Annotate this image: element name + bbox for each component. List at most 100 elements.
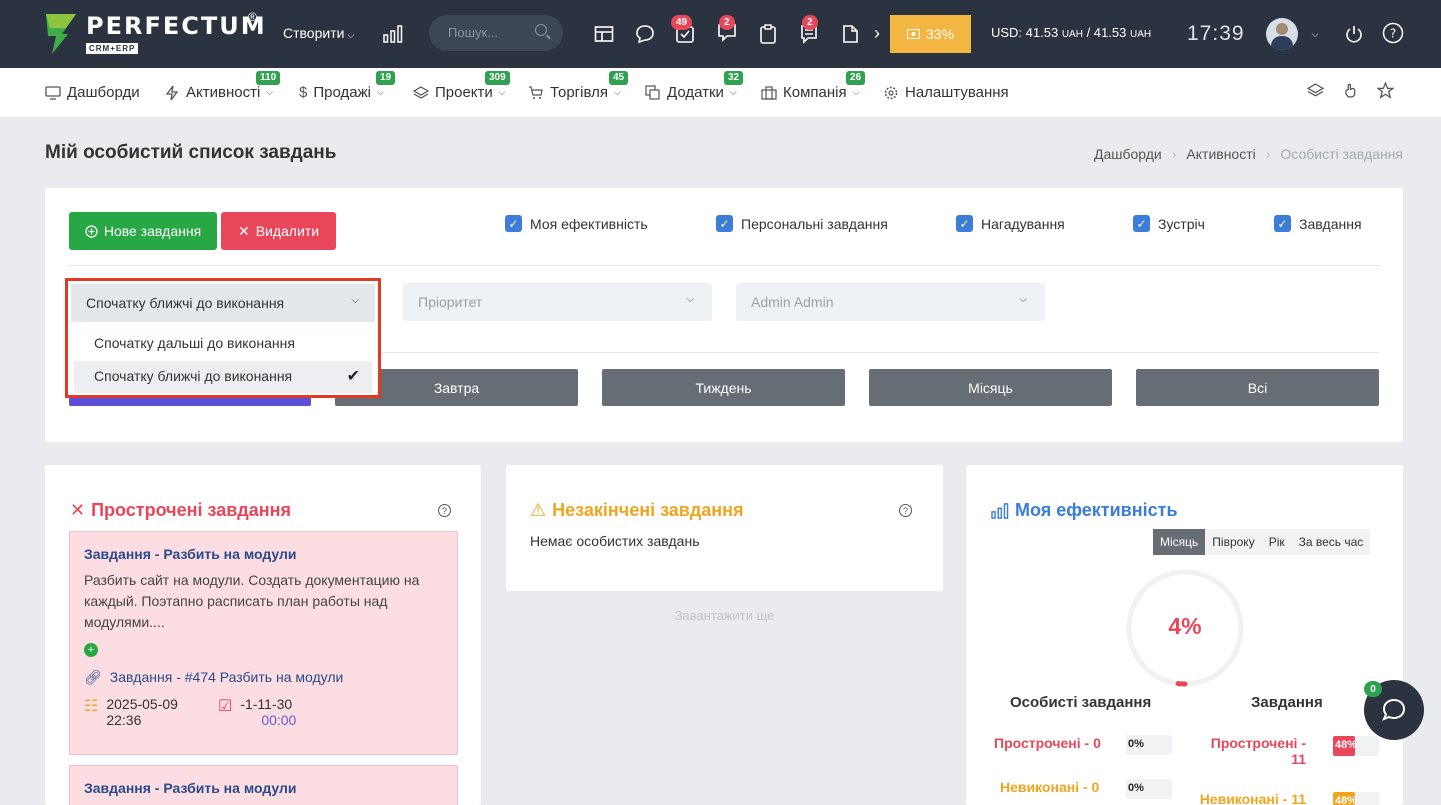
help-icon[interactable]: ? bbox=[438, 504, 451, 517]
checkbox-tasks[interactable]: ✓ Завдання bbox=[1274, 215, 1362, 232]
task-description: Разбить сайт на модули. Создать документ… bbox=[84, 572, 420, 630]
promo-button[interactable]: 33% bbox=[890, 15, 971, 53]
breadcrumb-activities[interactable]: Активності bbox=[1186, 146, 1255, 162]
task-link-text[interactable]: Завдання - #474 Разбить на модули bbox=[110, 669, 344, 686]
tasks-column-title: Завдання bbox=[1251, 694, 1323, 711]
efficiency-tabs: Місяць Півроку Рік За весь час bbox=[1153, 529, 1371, 555]
nav-sales[interactable]: $ Продажі ⌵ bbox=[299, 84, 384, 101]
chat-bubble-icon bbox=[1382, 698, 1406, 721]
nav-label: Торгівля bbox=[550, 84, 608, 101]
clipboard-icon[interactable] bbox=[757, 23, 779, 45]
help-icon[interactable]: ? bbox=[1382, 22, 1404, 44]
sort-option-far[interactable]: Спочатку дальші до виконання bbox=[74, 328, 372, 360]
nav-label: Активності bbox=[186, 84, 261, 101]
start-time: 22:36 bbox=[106, 712, 142, 728]
sort-option-label: Спочатку дальші до виконання bbox=[94, 335, 295, 351]
check-icon: ✓ bbox=[1133, 215, 1150, 232]
avatar[interactable] bbox=[1266, 18, 1298, 50]
checkbox-meeting[interactable]: ✓ Зустріч bbox=[1133, 215, 1205, 232]
tab-year[interactable]: Рік bbox=[1261, 529, 1292, 555]
bar-chart-icon bbox=[991, 502, 1009, 519]
new-task-button[interactable]: Нове завдання bbox=[69, 212, 217, 250]
sort-option-near[interactable]: Спочатку ближчі до виконання ✔ bbox=[74, 361, 372, 393]
nav-projects[interactable]: Проекти ⌵ bbox=[413, 84, 506, 101]
task-card[interactable]: Завдання - Разбить на модули Разбить сай… bbox=[69, 531, 458, 755]
nav-activities[interactable]: Активності ⌵ bbox=[164, 84, 273, 101]
plus-icon[interactable]: + bbox=[84, 643, 98, 657]
search-input[interactable]: Пошук... bbox=[429, 15, 563, 51]
star-icon[interactable] bbox=[1376, 81, 1395, 104]
load-more-link[interactable]: Завантажити ще bbox=[506, 608, 943, 623]
help-icon[interactable]: ? bbox=[899, 504, 912, 517]
logo[interactable]: PERFECTUM CRM+ERP ® bbox=[44, 10, 267, 56]
assignee-select[interactable]: Admin Admin ⌵ bbox=[736, 283, 1045, 321]
cart-icon bbox=[529, 85, 543, 99]
lightning-icon bbox=[165, 85, 179, 100]
checkbox-reminders[interactable]: ✓ Нагадування bbox=[956, 215, 1065, 232]
period-all-button[interactable]: Всі bbox=[1136, 369, 1379, 406]
chevron-down-icon[interactable]: ⌵ bbox=[1304, 23, 1326, 45]
chevron-down-icon: ⌵ bbox=[376, 87, 384, 97]
unfinished-title: ⚠ Незакінчені завдання bbox=[530, 500, 744, 521]
checkmark-icon: ✔ bbox=[346, 368, 360, 385]
period-label: Всі bbox=[1247, 379, 1268, 396]
chevron-down-icon: ⌵ bbox=[852, 87, 860, 97]
check-icon: ✓ bbox=[956, 215, 973, 232]
sort-select[interactable]: Спочатку ближчі до виконання ⌵ bbox=[71, 284, 375, 322]
nav-dashboards[interactable]: Дашборди bbox=[45, 84, 140, 101]
checkbox-label: Персональні завдання bbox=[741, 215, 888, 232]
close-icon: ✕ bbox=[237, 222, 250, 239]
task-title[interactable]: Завдання - Разбить на модули bbox=[84, 546, 443, 562]
bar-chart-icon[interactable] bbox=[382, 23, 404, 45]
priority-select[interactable]: Пріоритет ⌵ bbox=[403, 283, 712, 321]
power-icon[interactable] bbox=[1343, 23, 1365, 45]
plus-circle-icon bbox=[85, 224, 98, 238]
nav-badge-sales: 19 bbox=[376, 71, 396, 85]
efficiency-card: Моя ефективність Місяць Півроку Рік За в… bbox=[966, 465, 1403, 805]
empty-message: Немає особистих завдань bbox=[530, 533, 700, 549]
more-arrow-icon[interactable]: › bbox=[866, 22, 888, 44]
check-icon: ✓ bbox=[1274, 215, 1291, 232]
gear-icon bbox=[884, 86, 898, 99]
search-placeholder: Пошук... bbox=[448, 25, 499, 40]
tasks-count-badge: 49 bbox=[671, 15, 693, 30]
logo-title: PERFECTUM bbox=[86, 12, 267, 40]
chat-bubble-icon[interactable] bbox=[634, 23, 656, 45]
delete-button[interactable]: ✕ Видалити bbox=[221, 212, 336, 250]
tasks-unfinished-bar: 48% bbox=[1333, 792, 1379, 805]
checkbox-personal-tasks[interactable]: ✓ Персональні завдання bbox=[716, 215, 888, 232]
task-title[interactable]: Завдання - Разбить на модули bbox=[84, 780, 443, 796]
period-month-button[interactable]: Місяць bbox=[869, 369, 1112, 406]
personal-unfinished-label: Невиконані - 0 bbox=[1000, 779, 1100, 795]
breadcrumb: Дашборди › Активності › Особисті завданн… bbox=[1094, 146, 1403, 162]
create-menu[interactable]: Створити ⌵ bbox=[283, 25, 354, 41]
sort-selected-value: Спочатку ближчі до виконання bbox=[86, 295, 285, 311]
overdue-title-text: Прострочені завдання bbox=[91, 500, 291, 520]
bar-value: 48% bbox=[1335, 795, 1358, 805]
checkbox-label: Зустріч bbox=[1158, 215, 1205, 232]
nav-settings[interactable]: Налаштування bbox=[883, 84, 1009, 101]
breadcrumb-dashboards[interactable]: Дашборди bbox=[1094, 146, 1162, 162]
task-link[interactable]: 🔗︎ Завдання - #474 Разбить на модули bbox=[84, 669, 443, 686]
period-week-button[interactable]: Тиждень bbox=[602, 369, 845, 406]
layers-icon[interactable] bbox=[1306, 82, 1325, 104]
unfinished-title-text: Незакінчені завдання bbox=[552, 500, 744, 520]
table-icon[interactable] bbox=[593, 23, 615, 45]
hand-icon[interactable] bbox=[1343, 82, 1360, 104]
checkbox-label: Нагадування bbox=[981, 215, 1065, 232]
document-icon[interactable] bbox=[839, 23, 861, 45]
nav-company[interactable]: Компанія ⌵ bbox=[761, 84, 859, 101]
nav-badge-addons: 32 bbox=[724, 71, 744, 85]
unfinished-tasks-card: ⚠ Незакінчені завдання ? Немає особистих… bbox=[506, 465, 943, 591]
nav-addons[interactable]: Додатки ⌵ bbox=[645, 84, 737, 101]
task-card[interactable]: Завдання - Разбить на модули bbox=[69, 765, 458, 805]
gauge-value: 4% bbox=[1168, 613, 1202, 639]
checkbox-label: Завдання bbox=[1299, 215, 1362, 232]
checkbox-my-efficiency[interactable]: ✓ Моя ефективність bbox=[505, 215, 648, 232]
nav-trade[interactable]: Торгівля ⌵ bbox=[528, 84, 621, 101]
tab-month[interactable]: Місяць bbox=[1153, 529, 1206, 555]
period-label: Тиждень bbox=[695, 379, 752, 396]
tab-all-time[interactable]: За весь час bbox=[1291, 529, 1371, 555]
tab-half-year[interactable]: Півроку bbox=[1205, 529, 1262, 555]
tasks-overdue-label: Прострочені - 11 bbox=[1210, 735, 1306, 767]
